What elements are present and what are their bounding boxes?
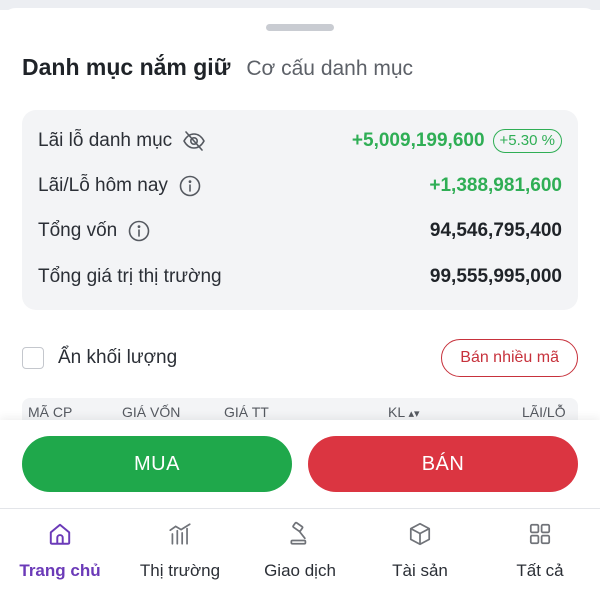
nav-item-market[interactable]: Thị trường xyxy=(120,519,240,595)
pnl-percent-badge: +5.30 % xyxy=(492,129,562,153)
bottom-navigation: Trang chủ Thị trường Giao dịch Tài sản T… xyxy=(0,508,600,600)
info-icon[interactable] xyxy=(178,174,202,198)
pnl-row: Lãi lỗ danh mục +5,009,199,600 +5.30 % xyxy=(38,124,562,158)
hide-volume-checkbox[interactable] xyxy=(22,347,44,369)
nav-item-all[interactable]: Tất cả xyxy=(480,519,600,595)
column-header-symbol[interactable]: MÃ CP xyxy=(28,404,72,420)
tab-holdings[interactable]: Danh mục nắm giữ xyxy=(22,54,230,81)
eye-off-icon[interactable] xyxy=(182,129,206,153)
column-header-volume-label: KL xyxy=(388,404,405,420)
column-header-volume[interactable]: KL ▴︎▾︎ xyxy=(388,404,420,420)
market-value-row: Tổng giá trị thị trường 99,555,995,000 xyxy=(38,260,562,294)
trade-action-bar: MUA BÁN xyxy=(0,420,600,508)
buy-button[interactable]: MUA xyxy=(22,436,292,492)
nav-label-trading: Giao dịch xyxy=(264,561,336,580)
home-icon xyxy=(49,523,71,545)
today-pnl-value: +1,388,981,600 xyxy=(429,175,562,196)
info-icon[interactable] xyxy=(127,219,151,243)
nav-item-assets[interactable]: Tài sản xyxy=(360,519,480,595)
drag-handle[interactable] xyxy=(266,24,334,31)
holdings-table-header: MÃ CP GIÁ VỐN GIÁ TT KL ▴︎▾︎ LÃI/LỖ xyxy=(22,398,578,422)
cube-icon xyxy=(409,522,431,546)
capital-label: Tổng vốn xyxy=(38,220,118,241)
sell-multiple-button[interactable]: Bán nhiều mã xyxy=(441,339,578,377)
grid-icon xyxy=(529,523,551,545)
nav-label-market: Thị trường xyxy=(139,561,221,580)
column-header-market-price[interactable]: GIÁ TT xyxy=(224,404,269,420)
hide-volume-toggle[interactable]: Ẩn khối lượng xyxy=(22,347,177,369)
gavel-icon xyxy=(290,521,307,545)
nav-item-trading[interactable]: Giao dịch xyxy=(240,519,360,595)
market-value: 99,555,995,000 xyxy=(429,266,562,287)
nav-label-assets: Tài sản xyxy=(392,561,448,580)
portfolio-tabs: Danh mục nắm giữ Cơ cấu danh mục xyxy=(22,54,413,81)
nav-label-all: Tất cả xyxy=(516,561,564,580)
sort-icon[interactable]: ▴︎▾︎ xyxy=(409,408,420,420)
pnl-value: +5,009,199,600 xyxy=(351,130,485,151)
nav-label-home: Trang chủ xyxy=(19,561,101,580)
portfolio-summary-card: Lãi lỗ danh mục +5,009,199,600 +5.30 % L… xyxy=(22,110,578,310)
column-header-cost-price[interactable]: GIÁ VỐN xyxy=(122,404,180,420)
capital-value: 94,546,795,400 xyxy=(429,220,562,241)
column-header-pnl[interactable]: LÃI/LỖ xyxy=(522,404,566,420)
capital-row: Tổng vốn 94,546,795,400 xyxy=(38,214,562,248)
sell-button[interactable]: BÁN xyxy=(308,436,578,492)
market-value-label: Tổng giá trị thị trường xyxy=(38,266,222,287)
today-pnl-row: Lãi/Lỗ hôm nay +1,388,981,600 xyxy=(38,169,562,203)
market-chart-icon xyxy=(169,523,191,545)
hide-volume-label: Ẩn khối lượng xyxy=(58,347,178,368)
tab-allocation[interactable]: Cơ cấu danh mục xyxy=(246,57,413,81)
nav-item-home[interactable]: Trang chủ xyxy=(0,519,120,595)
today-pnl-label: Lãi/Lỗ hôm nay xyxy=(38,175,168,196)
pnl-label: Lãi lỗ danh mục xyxy=(38,130,173,151)
holdings-options: Ẩn khối lượng Bán nhiều mã xyxy=(22,338,578,378)
